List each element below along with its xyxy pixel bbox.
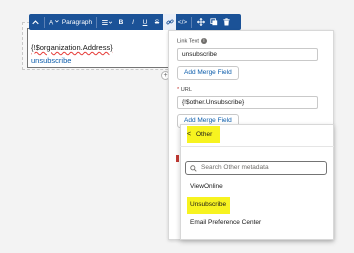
paragraph-label: Paragraph bbox=[61, 18, 93, 26]
bold-button[interactable]: B bbox=[115, 14, 127, 30]
dropdown-divider bbox=[180, 146, 334, 147]
italic-icon: I bbox=[132, 18, 134, 26]
info-icon[interactable]: i bbox=[200, 38, 207, 44]
duplicate-button[interactable] bbox=[207, 14, 220, 30]
link-icon bbox=[165, 19, 174, 25]
chevron-up-icon bbox=[32, 19, 39, 24]
link-button[interactable] bbox=[163, 14, 176, 30]
url-input[interactable]: {!$other.Unsubscribe} bbox=[177, 96, 318, 109]
url-label: * URL bbox=[177, 87, 192, 93]
strikethrough-button[interactable]: S bbox=[151, 14, 163, 30]
collapse-button[interactable] bbox=[29, 14, 42, 30]
search-placeholder: Search Other metadata bbox=[201, 164, 269, 171]
search-icon bbox=[190, 165, 197, 172]
font-style-icon: A bbox=[49, 19, 59, 26]
copy-icon bbox=[209, 18, 217, 26]
merge-field-token: {!$organization.Address} bbox=[31, 43, 113, 52]
strikethrough-icon: S bbox=[154, 18, 160, 26]
source-code-button[interactable]: </> bbox=[176, 14, 189, 30]
editor-toolbar: A Paragraph B I U S </> bbox=[29, 14, 241, 30]
error-indicator bbox=[176, 155, 179, 162]
required-marker: * bbox=[177, 87, 180, 93]
option-unsubscribe[interactable]: Unsubscribe bbox=[190, 201, 226, 208]
add-merge-field-button[interactable]: Add Merge Field bbox=[177, 66, 239, 80]
underline-icon: U bbox=[142, 18, 148, 26]
underline-button[interactable]: U bbox=[139, 14, 151, 30]
paragraph-style-button[interactable]: A Paragraph bbox=[47, 14, 94, 30]
merge-field-text: {!$organization.Address} bbox=[31, 43, 113, 52]
list-icon bbox=[102, 19, 113, 25]
dropdown-category-title: Other bbox=[196, 131, 213, 138]
option-view-online[interactable]: ViewOnline bbox=[190, 183, 223, 190]
trash-icon bbox=[223, 18, 230, 26]
link-text-input[interactable]: unsubscribe bbox=[177, 48, 318, 61]
toolbar-divider bbox=[96, 16, 97, 28]
bold-icon: B bbox=[118, 18, 124, 26]
move-button[interactable] bbox=[194, 14, 207, 30]
toolbar-divider bbox=[44, 16, 45, 28]
back-chevron-icon[interactable]: < bbox=[187, 131, 191, 138]
code-icon: </> bbox=[177, 18, 188, 26]
svg-text:A: A bbox=[49, 19, 54, 26]
list-button[interactable] bbox=[99, 14, 115, 30]
toolbar-divider bbox=[191, 16, 192, 28]
link-text-label: Link Text i bbox=[177, 38, 207, 44]
delete-button[interactable] bbox=[220, 14, 233, 30]
option-email-preference-center[interactable]: Email Preference Center bbox=[190, 219, 261, 226]
move-icon bbox=[196, 18, 205, 26]
italic-button[interactable]: I bbox=[127, 14, 139, 30]
editor-link-text[interactable]: unsubscribe bbox=[31, 56, 71, 65]
